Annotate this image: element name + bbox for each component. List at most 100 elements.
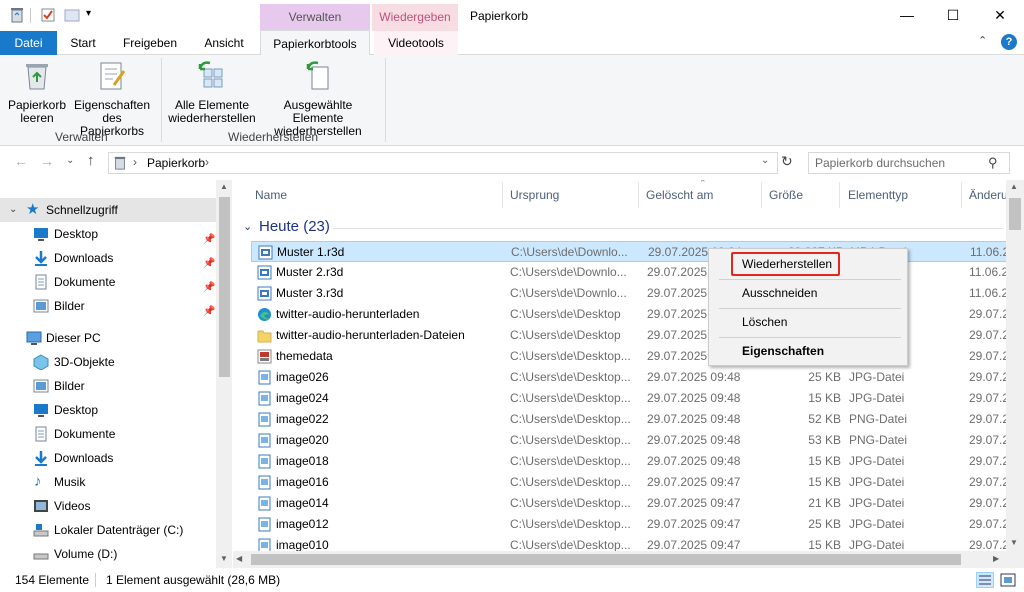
minimize-button[interactable]: — [884, 0, 930, 31]
search-input[interactable]: Papierkorb durchsuchen [808, 152, 1010, 174]
properties-icon[interactable] [40, 7, 56, 23]
column-header-changed[interactable]: Änderu [964, 180, 1007, 210]
nav-label: Dokumente [54, 275, 116, 289]
cell-name: image024 [276, 391, 329, 405]
new-folder-icon[interactable] [64, 7, 80, 23]
tab-datei[interactable]: Datei [0, 31, 57, 55]
nav-item-desktop-pc[interactable]: Desktop [0, 398, 216, 422]
menu-item-cut[interactable]: Ausschneiden [742, 282, 817, 304]
nav-this-pc[interactable]: Dieser PC [0, 326, 216, 350]
image-file-icon [258, 496, 271, 511]
forward-arrow-icon[interactable]: → [40, 153, 54, 169]
cell-size: 21 KB [808, 496, 841, 510]
maximize-button[interactable]: ☐ [930, 0, 976, 31]
back-arrow-icon[interactable]: ← [14, 153, 28, 169]
recent-locations-icon[interactable]: ⌄ [66, 155, 74, 166]
menu-item-delete[interactable]: Löschen [742, 311, 787, 333]
group-header[interactable]: Heute (23) [259, 218, 330, 235]
menu-item-properties[interactable]: Eigenschaften [742, 340, 824, 362]
nav-item-pictures[interactable]: Bilder 📌 [0, 294, 216, 318]
tab-videotools[interactable]: Videotools [374, 31, 458, 55]
scroll-down-icon[interactable]: ▼ [220, 554, 228, 563]
cell-type: JPG-Datei [849, 370, 905, 384]
scrollbar-thumb[interactable] [219, 197, 230, 377]
nav-item-downloads-pc[interactable]: Downloads [0, 446, 216, 470]
nav-label: Downloads [54, 451, 114, 465]
up-arrow-icon[interactable]: ↑ [87, 152, 95, 169]
scroll-down-icon[interactable]: ▼ [1010, 538, 1018, 547]
search-icon[interactable]: ⚲ [988, 155, 998, 171]
refresh-icon[interactable]: ↻ [781, 153, 793, 170]
tab-freigeben[interactable]: Freigeben [115, 31, 185, 55]
scroll-left-icon[interactable]: ◀ [236, 554, 242, 563]
restore-all-button[interactable]: Alle Elemente wiederherstellen [166, 59, 258, 125]
nav-label: Musik [54, 475, 86, 489]
group-collapse-icon[interactable]: ⌄ [243, 220, 252, 233]
table-row[interactable]: image026 C:\Users\de\Desktop... 29.07.2025… [251, 367, 1007, 388]
address-bar[interactable]: › Papierkorb › ⌄ [108, 152, 778, 174]
recycle-bin-properties-button[interactable]: Eigenschaften des Papierkorbs [70, 59, 154, 138]
table-row[interactable]: image018 C:\Users\de\Desktop... 29.07.2025… [251, 451, 1007, 472]
close-button[interactable]: ✕ [977, 0, 1023, 31]
breadcrumb-papierkorb[interactable]: Papierkorb [147, 156, 205, 170]
menu-item-restore[interactable]: Wiederherstellen [742, 253, 832, 275]
cell-changed: 29.07.2 [969, 412, 1007, 426]
cell-changed: 29.07.2 [969, 307, 1007, 321]
column-header-name[interactable]: Name [250, 180, 287, 210]
recycle-bin-icon[interactable] [9, 7, 25, 23]
restore-all-icon [198, 61, 223, 88]
nav-item-videos[interactable]: Videos [0, 494, 216, 518]
table-row[interactable]: image024 C:\Users\de\Desktop... 29.07.2025… [251, 388, 1007, 409]
large-icons-view-icon[interactable] [999, 572, 1017, 588]
nav-item-pictures-pc[interactable]: Bilder [0, 374, 216, 398]
restore-selected-button[interactable]: Ausgewählte Elemente wiederherstellen [258, 59, 378, 138]
nav-item-documents[interactable]: Dokumente 📌 [0, 270, 216, 294]
cell-changed: 29.07.2 [969, 496, 1007, 510]
nav-quick-access[interactable]: ⌄ ★ Schnellzugriff [0, 198, 216, 222]
column-header-origin[interactable]: Ursprung [505, 180, 559, 210]
table-row[interactable]: image012 C:\Users\de\Desktop... 29.07.2025… [251, 514, 1007, 535]
nav-item-drive-d[interactable]: Volume (D:) [0, 542, 216, 566]
tab-ansicht[interactable]: Ansicht [195, 31, 253, 55]
cell-changed: 11.06.2 [969, 286, 1007, 300]
nav-item-downloads[interactable]: Downloads 📌 [0, 246, 216, 270]
tab-papierkorbtools[interactable]: Papierkorbtools [260, 30, 370, 56]
empty-recycle-bin-button[interactable]: Papierkorb leeren [4, 59, 70, 125]
table-row[interactable]: image014 C:\Users\de\Desktop... 29.07.2025… [251, 493, 1007, 514]
column-header-type[interactable]: Elementtyp [843, 180, 908, 210]
divider [719, 308, 901, 309]
address-dropdown-icon[interactable]: ⌄ [761, 155, 769, 166]
cell-name: themedata [276, 349, 333, 363]
table-row[interactable]: image020 C:\Users\de\Desktop... 29.07.2025… [251, 430, 1007, 451]
horizontal-scrollbar[interactable]: ◀ ▶ [233, 551, 1006, 568]
table-row[interactable]: image016 C:\Users\de\Desktop... 29.07.2025… [251, 472, 1007, 493]
scroll-right-icon[interactable]: ▶ [993, 554, 999, 563]
table-row[interactable]: image022 C:\Users\de\Desktop... 29.07.2025… [251, 409, 1007, 430]
scrollbar-thumb[interactable] [1009, 198, 1021, 230]
details-view-icon[interactable] [976, 572, 994, 588]
cell-origin: C:\Users\de\Desktop... [510, 433, 631, 447]
divider [719, 279, 901, 280]
nav-item-desktop[interactable]: Desktop 📌 [0, 222, 216, 246]
vertical-scrollbar[interactable]: ▲ ▼ [1006, 180, 1024, 568]
nav-item-drive-c[interactable]: Lokaler Datenträger (C:) [0, 518, 216, 542]
scrollbar-thumb[interactable] [251, 554, 961, 565]
image-file-icon [258, 475, 271, 490]
cell-origin: C:\Users\de\Desktop... [510, 370, 631, 384]
navigation-scrollbar[interactable]: ▲ ▼ [216, 180, 232, 568]
breadcrumb-separator-icon[interactable]: › [205, 155, 209, 169]
ribbon-collapse-icon[interactable]: ⌃ [978, 34, 987, 47]
tab-start[interactable]: Start [60, 31, 106, 55]
chevron-down-icon[interactable]: ⌄ [9, 198, 17, 222]
nav-item-documents-pc[interactable]: Dokumente [0, 422, 216, 446]
cell-origin: C:\Users\de\Desktop... [510, 454, 631, 468]
help-icon[interactable]: ? [1001, 34, 1017, 50]
column-header-size[interactable]: Größe [764, 180, 803, 210]
scroll-up-icon[interactable]: ▲ [1010, 182, 1018, 191]
video-file-icon [258, 245, 273, 260]
scroll-up-icon[interactable]: ▲ [220, 182, 228, 191]
nav-item-music[interactable]: ♪ Musik [0, 470, 216, 494]
image-file-icon [258, 517, 271, 532]
qat-dropdown-icon[interactable]: ▾ [86, 8, 91, 19]
nav-item-3d-objects[interactable]: 3D-Objekte [0, 350, 216, 374]
